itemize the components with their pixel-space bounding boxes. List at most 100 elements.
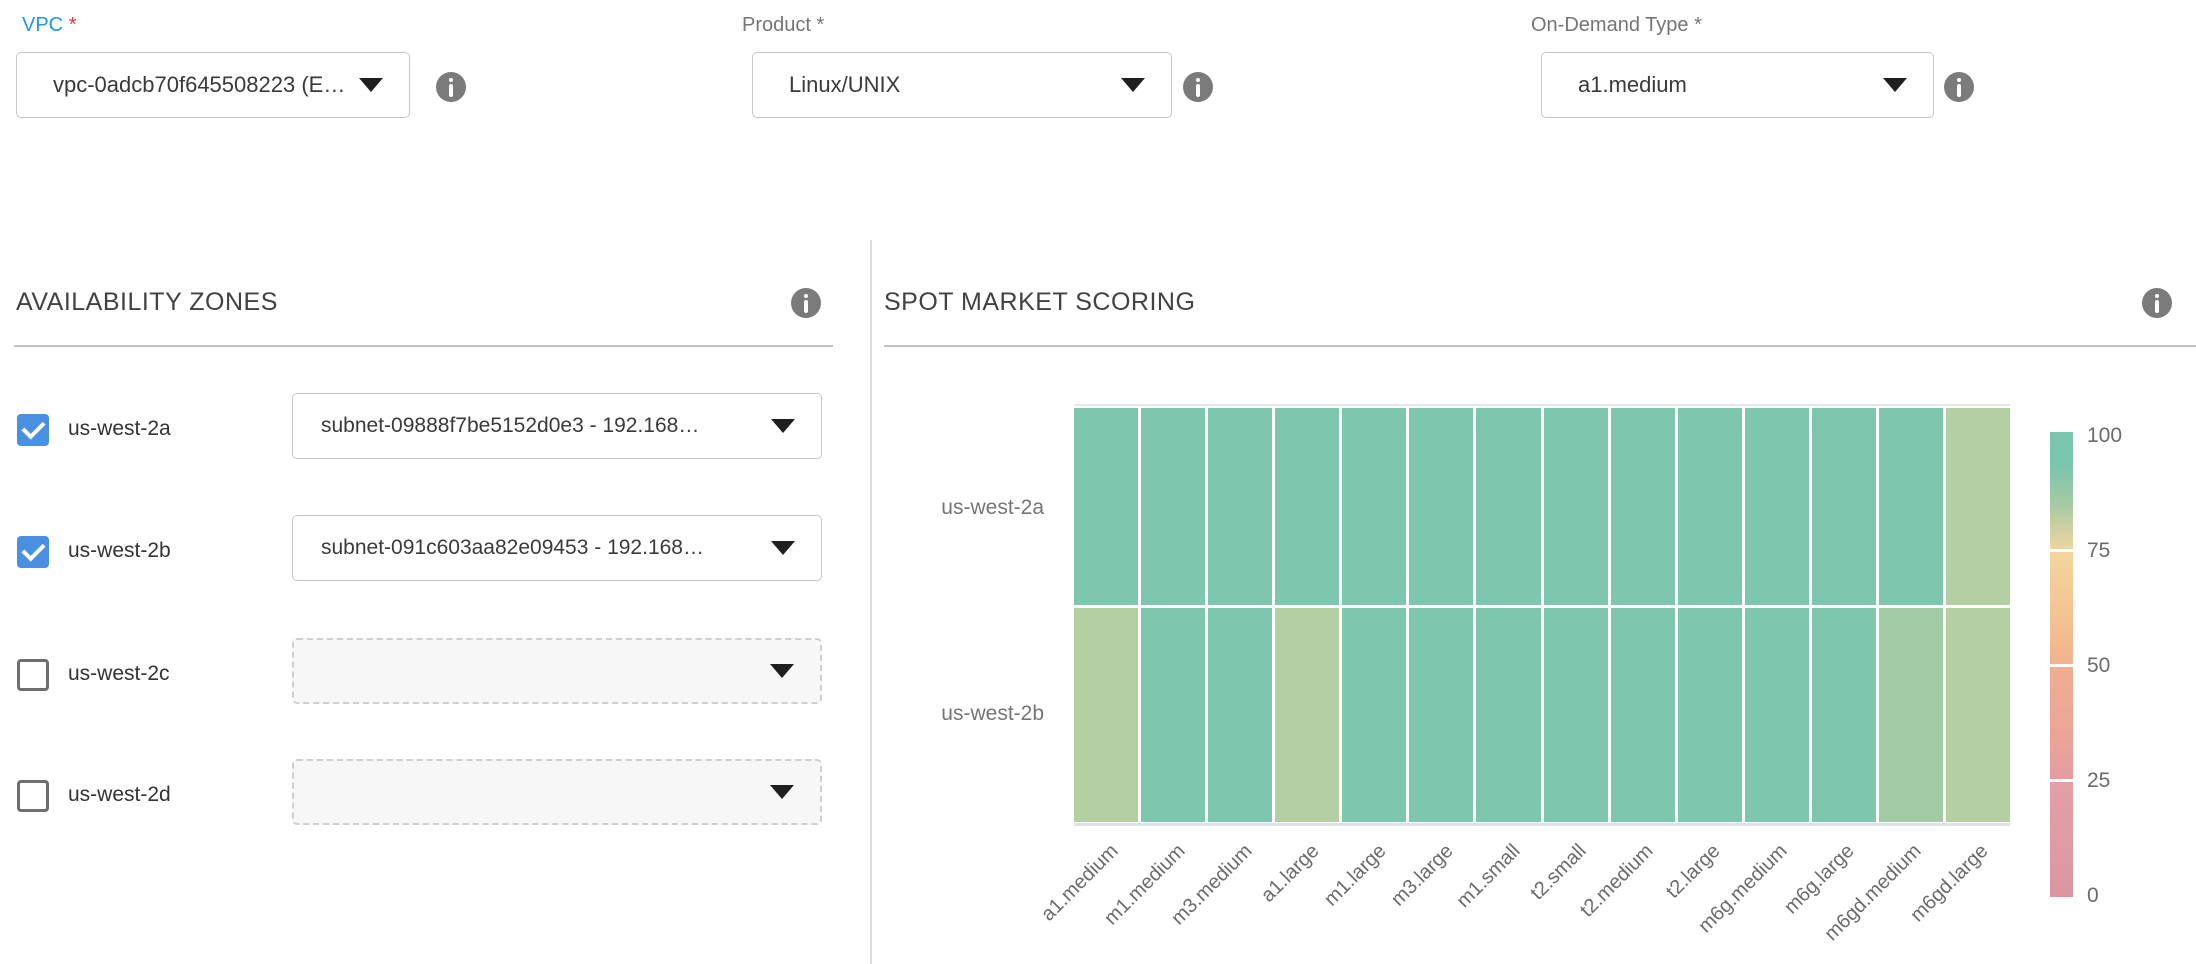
heatmap-column-m3.medium (1208, 408, 1272, 822)
heatmap-x-label: m6g.medium (1663, 840, 1793, 964)
heatmap-cell (1342, 408, 1406, 605)
heatmap-x-label: m3.medium (1128, 840, 1258, 964)
colorbar-tick: 25 (2087, 769, 2110, 793)
chevron-down-icon (1883, 78, 1907, 92)
heatmap-cell (1476, 408, 1540, 605)
heatmap-cell (1074, 408, 1138, 605)
product-label-text: Product (742, 14, 811, 36)
availability-zones-title: AVAILABILITY ZONES (16, 288, 278, 317)
chevron-down-icon (359, 78, 383, 92)
colorbar-segment (2050, 432, 2073, 549)
heatmap-top-border (1074, 404, 2010, 406)
heatmap-cell (1544, 608, 1608, 822)
on-demand-type-info-icon[interactable] (1944, 72, 1974, 102)
heatmap-cell (1745, 408, 1809, 605)
chevron-down-icon (770, 785, 794, 799)
product-select[interactable]: Linux/UNIX (752, 52, 1172, 118)
vpc-label-text: VPC (22, 14, 63, 36)
az-checkbox-us-west-2d[interactable] (17, 780, 49, 812)
colorbar-segment (2050, 667, 2073, 779)
heatmap-column-m1.medium (1141, 408, 1205, 822)
spot-instance-config-page: VPC * vpc-0adcb70f645508223 (EKS-VPC) Pr… (0, 0, 2196, 964)
spot-market-scoring-title: SPOT MARKET SCORING (884, 288, 1195, 317)
heatmap-column-t2.large (1678, 408, 1742, 822)
az-checkbox-us-west-2c[interactable] (17, 659, 49, 691)
heatmap-cell (1476, 608, 1540, 822)
heatmap-column-t2.medium (1611, 408, 1675, 822)
product-info-icon[interactable] (1183, 72, 1213, 102)
heatmap-cell (1879, 608, 1943, 822)
vpc-required-mark: * (69, 14, 77, 36)
subnet-select-us-west-2d[interactable] (292, 759, 822, 825)
heatmap-row-label: us-west-2a (868, 496, 1044, 520)
subnet-select-value: subnet-091c603aa82e09453 - 192.168… (293, 536, 771, 560)
chevron-down-icon (771, 419, 795, 433)
on-demand-type-label: On-Demand Type * (1531, 14, 1702, 37)
heatmap-cell (1812, 408, 1876, 605)
heatmap-row-label: us-west-2b (868, 702, 1044, 726)
vpc-select-value: vpc-0adcb70f645508223 (EKS-VPC) (17, 72, 359, 98)
heatmap-column-m6gd.medium (1879, 408, 1943, 822)
on-demand-type-required-mark: * (1694, 14, 1702, 36)
heatmap-column-a1.medium (1074, 408, 1138, 822)
availability-zones-divider (14, 345, 833, 347)
az-zone-label: us-west-2c (68, 662, 170, 686)
colorbar-tick: 75 (2087, 539, 2110, 563)
heatmap-cell (1611, 408, 1675, 605)
heatmap-column-t2.small (1544, 408, 1608, 822)
heatmap-cell (1074, 608, 1138, 822)
product-required-mark: * (817, 14, 825, 36)
heatmap-cell (1275, 608, 1339, 822)
heatmap-cell (1342, 608, 1406, 822)
az-zone-label: us-west-2d (68, 783, 171, 807)
heatmap-x-label: m1.large (1262, 840, 1392, 964)
subnet-select-us-west-2b[interactable]: subnet-091c603aa82e09453 - 192.168… (292, 515, 822, 581)
heatmap-cell (1544, 408, 1608, 605)
heatmap-cell (1208, 408, 1272, 605)
product-label: Product * (742, 14, 824, 37)
colorbar-tick: 0 (2087, 884, 2099, 908)
subnet-select-us-west-2c[interactable] (292, 638, 822, 704)
heatmap-x-axis-labels: a1.mediumm1.mediumm3.mediuma1.largem1.la… (1074, 840, 2010, 964)
heatmap-cell (1208, 608, 1272, 822)
heatmap-cell (1678, 408, 1742, 605)
heatmap-cell (1879, 408, 1943, 605)
on-demand-type-select[interactable]: a1.medium (1541, 52, 1934, 118)
heatmap-cell (1946, 608, 2010, 822)
heatmap-x-label: a1.large (1195, 840, 1325, 964)
heatmap-x-label: m6gd.large (1863, 840, 1993, 964)
heatmap-cell (1275, 408, 1339, 605)
heatmap-column-m6gd.large (1946, 408, 2010, 822)
chevron-down-icon (770, 664, 794, 678)
vpc-label: VPC * (22, 14, 76, 37)
heatmap-cell (1678, 608, 1742, 822)
heatmap-column-a1.large (1275, 408, 1339, 822)
heatmap-x-label: m6g.large (1730, 840, 1860, 964)
colorbar-segment (2050, 552, 2073, 664)
heatmap-x-label: t2.large (1596, 840, 1726, 964)
vpc-info-icon[interactable] (436, 72, 466, 102)
heatmap-x-label: t2.medium (1529, 840, 1659, 964)
heatmap-bottom-border (1074, 823, 2010, 826)
heatmap-column-m3.large (1409, 408, 1473, 822)
on-demand-type-select-value: a1.medium (1542, 72, 1883, 98)
heatmap-column-m1.small (1476, 408, 1540, 822)
availability-zones-info-icon[interactable] (791, 288, 821, 318)
subnet-select-us-west-2a[interactable]: subnet-09888f7be5152d0e3 - 192.168… (292, 393, 822, 459)
heatmap-cell (1745, 608, 1809, 822)
az-checkbox-us-west-2b[interactable] (17, 536, 49, 568)
heatmap-x-label: m6gd.medium (1797, 840, 1927, 964)
heatmap-cell (1141, 408, 1205, 605)
heatmap-cell (1409, 408, 1473, 605)
spot-market-scoring-info-icon[interactable] (2142, 288, 2172, 318)
subnet-select-value: subnet-09888f7be5152d0e3 - 192.168… (293, 414, 771, 438)
heatmap-cell (1812, 608, 1876, 822)
heatmap-x-label: m1.small (1395, 840, 1525, 964)
vpc-select[interactable]: vpc-0adcb70f645508223 (EKS-VPC) (16, 52, 410, 118)
heatmap-cell (1409, 608, 1473, 822)
heatmap-column-m6g.medium (1745, 408, 1809, 822)
az-checkbox-us-west-2a[interactable] (17, 414, 49, 446)
colorbar-tick: 50 (2087, 654, 2110, 678)
az-zone-label: us-west-2b (68, 539, 171, 563)
heatmap (1074, 408, 2010, 822)
